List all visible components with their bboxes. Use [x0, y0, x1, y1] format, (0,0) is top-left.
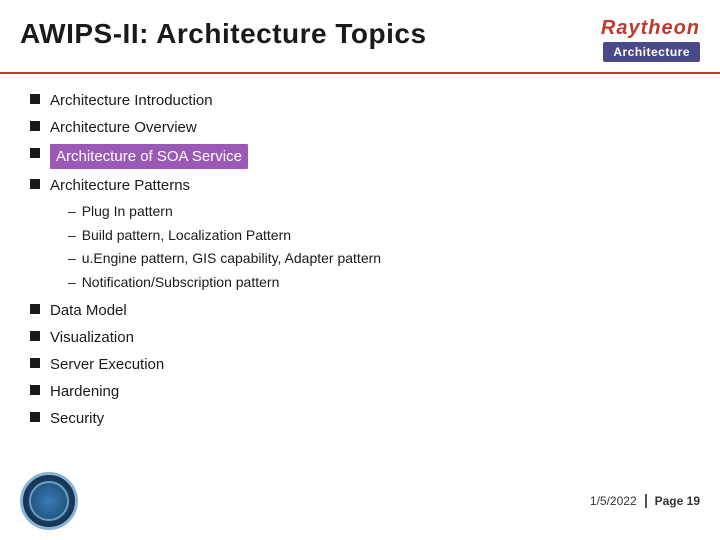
bullet-icon: [30, 94, 40, 104]
bullet-icon: [30, 304, 40, 314]
architecture-badge: Architecture: [603, 42, 700, 62]
bullet-icon: [30, 358, 40, 368]
sub-list-item: u.Engine pattern, GIS capability, Adapte…: [68, 249, 690, 269]
bullet-icon: [30, 148, 40, 158]
lower-bullet-list: Data Model Visualization Server Executio…: [30, 300, 690, 429]
list-item: Visualization: [30, 327, 690, 348]
sub-list-item: Build pattern, Localization Pattern: [68, 226, 690, 246]
bullet-icon: [30, 385, 40, 395]
list-item: Data Model: [30, 300, 690, 321]
sub-bullet-list: Plug In pattern Build pattern, Localizat…: [68, 202, 690, 292]
list-item: Security: [30, 408, 690, 429]
footer-page: Page 19: [647, 494, 700, 508]
bullet-icon: [30, 331, 40, 341]
main-bullet-list: Architecture Introduction Architecture O…: [30, 90, 690, 196]
sub-list-item: Notification/Subscription pattern: [68, 273, 690, 293]
seal-inner: [29, 481, 69, 521]
bullet-icon: [30, 179, 40, 189]
list-item: Server Execution: [30, 354, 690, 375]
main-content: Architecture Introduction Architecture O…: [0, 74, 720, 445]
list-item: Architecture Overview: [30, 117, 690, 138]
sub-list-item: Plug In pattern: [68, 202, 690, 222]
footer: 1/5/2022 Page 19: [20, 472, 700, 530]
list-item: Architecture Introduction: [30, 90, 690, 111]
header: AWIPS-II: Architecture Topics Raytheon A…: [0, 0, 720, 74]
footer-date: 1/5/2022: [590, 494, 647, 508]
bullet-icon: [30, 412, 40, 422]
bullet-icon: [30, 121, 40, 131]
list-item-highlighted: Architecture of SOA Service: [30, 144, 690, 169]
logo-area: Raytheon Architecture: [601, 18, 700, 62]
list-item: Hardening: [30, 381, 690, 402]
list-item: Architecture Patterns: [30, 175, 690, 196]
raytheon-logo: Raytheon: [601, 18, 700, 38]
seal-logo: [20, 472, 78, 530]
footer-info: 1/5/2022 Page 19: [590, 494, 700, 508]
page-title: AWIPS-II: Architecture Topics: [20, 18, 427, 50]
